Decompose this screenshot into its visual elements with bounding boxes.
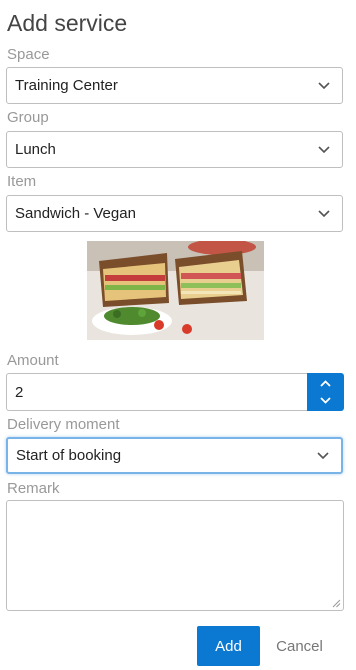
item-label: Item — [7, 173, 37, 190]
amount-stepper[interactable] — [307, 373, 344, 411]
item-image — [87, 239, 264, 340]
item-select-value: Sandwich - Vegan — [15, 205, 136, 222]
dialog-title: Add service — [7, 10, 128, 36]
group-select-value: Lunch — [15, 141, 56, 158]
chevron-up-icon — [320, 380, 331, 387]
chevron-down-icon — [306, 132, 342, 167]
increment-button[interactable] — [307, 375, 344, 392]
space-select[interactable]: Training Center — [6, 67, 343, 104]
cancel-button[interactable]: Cancel — [268, 626, 331, 666]
decrement-button[interactable] — [307, 392, 344, 409]
item-select[interactable]: Sandwich - Vegan — [6, 195, 343, 232]
space-label: Space — [7, 46, 50, 63]
delivery-moment-select[interactable]: Start of booking — [6, 437, 343, 474]
add-button[interactable]: Add — [197, 626, 260, 666]
remark-textarea[interactable] — [6, 500, 344, 611]
delivery-select-value: Start of booking — [16, 447, 122, 464]
chevron-down-icon — [305, 439, 341, 472]
group-select[interactable]: Lunch — [6, 131, 343, 168]
chevron-down-icon — [306, 196, 342, 231]
amount-input[interactable]: 2 — [6, 373, 307, 411]
remark-label: Remark — [7, 480, 60, 497]
chevron-down-icon — [320, 397, 331, 404]
delivery-label: Delivery moment — [7, 416, 120, 433]
resize-grip-icon[interactable] — [332, 599, 341, 608]
amount-label: Amount — [7, 352, 59, 369]
space-select-value: Training Center — [15, 77, 118, 94]
chevron-down-icon — [306, 68, 342, 103]
group-label: Group — [7, 109, 49, 126]
